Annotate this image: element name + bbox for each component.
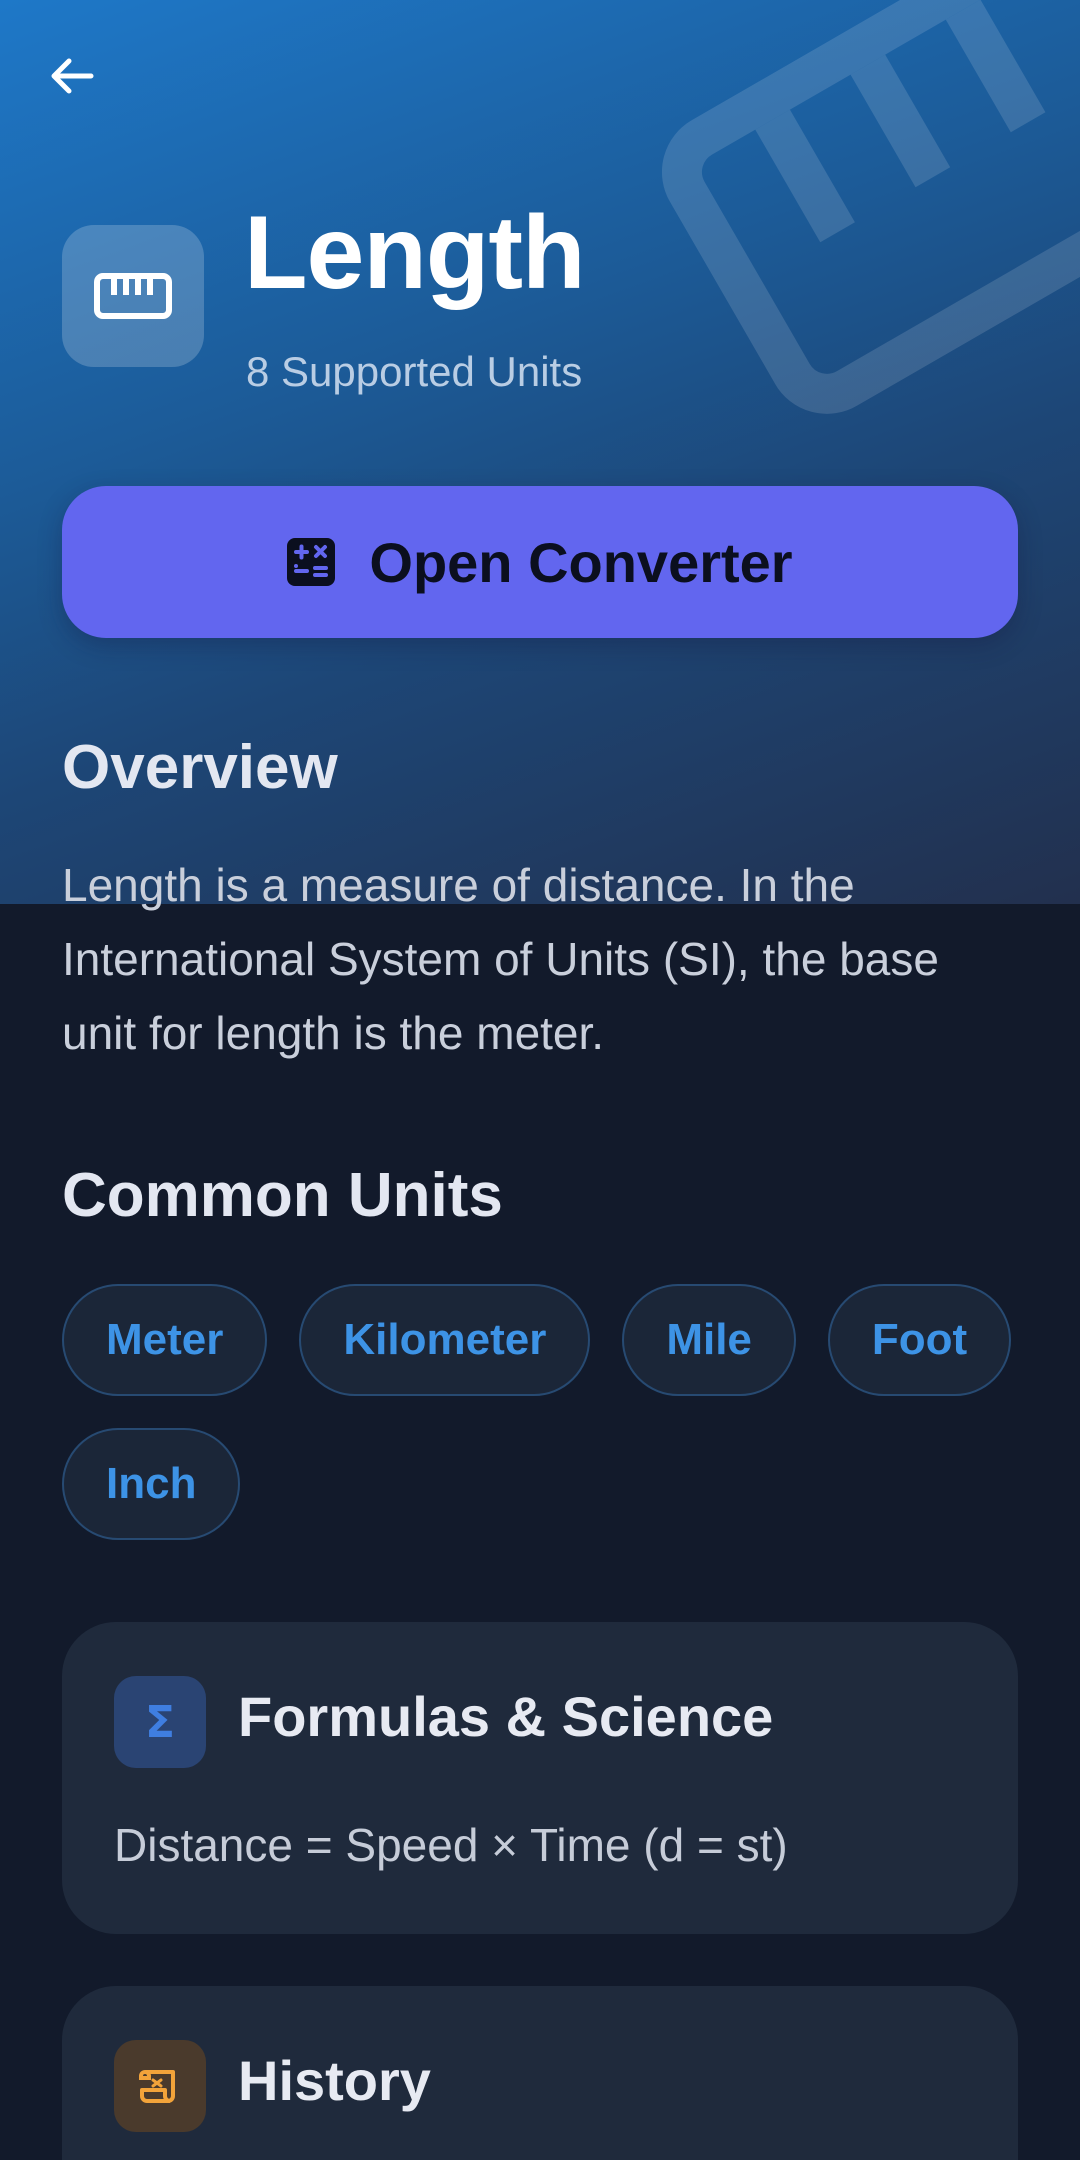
unit-chip-meter[interactable]: Meter — [62, 1284, 268, 1396]
unit-chip-inch[interactable]: Inch — [62, 1428, 241, 1540]
history-card: History — [62, 1986, 1018, 2160]
overview-heading: Overview — [62, 733, 338, 802]
back-button[interactable] — [40, 44, 104, 108]
history-icon-tile — [114, 2040, 206, 2132]
unit-chip-mile[interactable]: Mile — [622, 1284, 796, 1396]
category-icon-tile — [62, 225, 204, 367]
ruler-icon — [94, 273, 172, 319]
formulas-title: Formulas & Science — [238, 1685, 774, 1748]
calculator-icon — [287, 538, 336, 586]
sigma-icon: Σ — [144, 1696, 176, 1748]
open-converter-label: Open Converter — [369, 530, 793, 594]
open-converter-button[interactable]: Open Converter — [62, 486, 1018, 638]
unit-chip-kilometer[interactable]: Kilometer — [299, 1284, 591, 1396]
unit-chip-foot[interactable]: Foot — [827, 1284, 1012, 1396]
formulas-text: Distance = Speed × Time (d = st) — [114, 1819, 788, 1871]
page-title: Length — [244, 195, 586, 311]
supported-units-count: 8 Supported Units — [246, 348, 583, 395]
common-units-heading: Common Units — [62, 1161, 503, 1230]
ruler-watermark-icon — [661, 0, 1080, 414]
formulas-card: Σ Formulas & Science Distance = Speed × … — [62, 1622, 1018, 1934]
arrow-left-icon — [51, 58, 94, 94]
formulas-icon-tile: Σ — [114, 1676, 206, 1768]
unit-chip-list: Meter Kilometer Mile Foot Inch — [62, 1284, 1022, 1540]
history-title: History — [238, 2049, 431, 2112]
overview-text: Length is a measure of distance. In the … — [62, 859, 939, 1059]
scroll-icon — [139, 2070, 175, 2103]
